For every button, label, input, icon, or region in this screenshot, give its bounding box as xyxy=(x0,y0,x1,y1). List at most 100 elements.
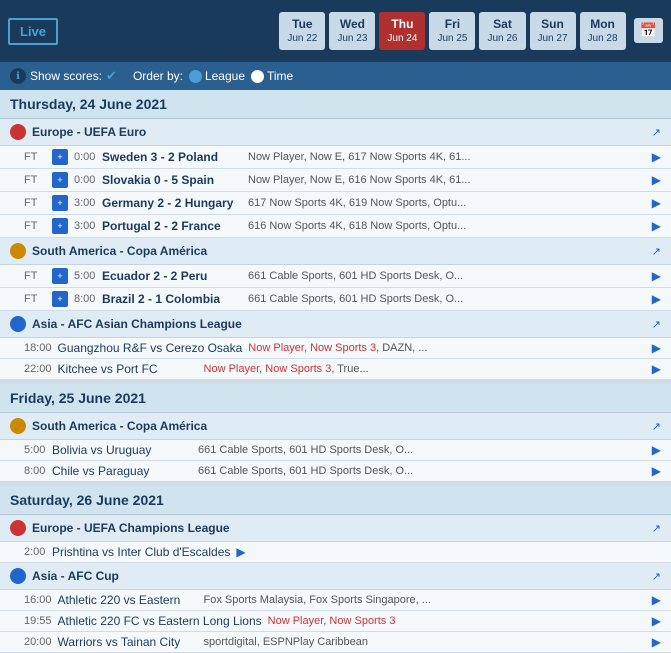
match-time-icon: + xyxy=(52,172,68,188)
main-content: Thursday, 24 June 2021Europe - UEFA Euro… xyxy=(0,90,671,653)
match-row: 18:00 Guangzhou R&F vs Cerezo Osaka Now Pl… xyxy=(0,338,671,359)
order-league-option[interactable]: League xyxy=(189,69,245,83)
match-channels: 661 Cable Sports, 601 HD Sports Desk, O.… xyxy=(198,465,646,477)
match-status: 22:00 xyxy=(24,363,52,375)
match-status: 19:55 xyxy=(24,615,52,627)
order-time-option[interactable]: Time xyxy=(251,69,293,83)
match-row: 19:55 Athletic 220 FC vs Eastern Long Lio… xyxy=(0,611,671,632)
match-channels: 617 Now Sports 4K, 619 Now Sports, Optu.… xyxy=(248,197,646,209)
match-status: FT xyxy=(24,174,46,186)
top-navigation: Live TueJun 22WedJun 23ThuJun 24FriJun 2… xyxy=(0,0,671,62)
match-teams: Guangzhou R&F vs Cerezo Osaka xyxy=(58,341,243,355)
play-button[interactable]: ▶ xyxy=(652,196,661,210)
play-button[interactable]: ▶ xyxy=(652,464,661,478)
match-channels: Now Player, Now Sports 3, DAZN, ... xyxy=(248,342,645,354)
match-row: 16:00Athletic 220 vs EasternFox Sports M… xyxy=(0,590,671,611)
play-button[interactable]: ▶ xyxy=(652,362,661,376)
day-tab-fri[interactable]: FriJun 25 xyxy=(429,12,475,51)
league-icon xyxy=(10,568,26,584)
league-title: South America - Copa América xyxy=(10,243,207,259)
day-tab-sat[interactable]: SatJun 26 xyxy=(479,12,525,51)
league-label: League xyxy=(205,69,245,83)
league-icon xyxy=(10,520,26,536)
play-button[interactable]: ▶ xyxy=(652,443,661,457)
match-row: 5:00Bolivia vs Uruguay661 Cable Sports, … xyxy=(0,440,671,461)
league-name: Asia - AFC Cup xyxy=(32,569,119,583)
match-channels: Fox Sports Malaysia, Fox Sports Singapor… xyxy=(204,594,646,606)
match-status: 20:00 xyxy=(24,636,52,648)
match-status: 16:00 xyxy=(24,594,52,606)
order-by-label: Order by: xyxy=(133,69,183,83)
league-name: Europe - UEFA Euro xyxy=(32,125,146,139)
league-header: Europe - UEFA Euro ↗ xyxy=(0,119,671,146)
match-channels: Now Player, Now E, 617 Now Sports 4K, 61… xyxy=(248,151,646,163)
match-status: 18:00 xyxy=(24,342,52,354)
play-button[interactable]: ▶ xyxy=(652,341,661,355)
match-time: 3:00 xyxy=(74,220,96,232)
league-name: Europe - UEFA Champions League xyxy=(32,521,230,535)
play-button[interactable]: ▶ xyxy=(652,614,661,628)
play-button[interactable]: ▶ xyxy=(236,545,245,559)
checkmark-icon[interactable]: ✔ xyxy=(106,68,117,84)
play-button[interactable]: ▶ xyxy=(652,593,661,607)
match-teams: Kitchee vs Port FC xyxy=(58,362,198,376)
match-row: 2:00Prishtina vs Inter Club d'Escaldes▶ xyxy=(0,542,671,563)
day-tab-mon[interactable]: MonJun 28 xyxy=(580,12,626,51)
match-time: 8:00 xyxy=(74,293,96,305)
day-tab-tue[interactable]: TueJun 22 xyxy=(279,12,325,51)
league-header: Europe - UEFA Champions League ↗ xyxy=(0,515,671,542)
match-status: FT xyxy=(24,197,46,209)
info-icon: ℹ xyxy=(10,68,26,84)
match-score: Germany 2 - 2 Hungary xyxy=(102,196,242,210)
match-time-icon: + xyxy=(52,195,68,211)
match-score: Ecuador 2 - 2 Peru xyxy=(102,269,242,283)
match-teams: Athletic 220 FC vs Eastern Long Lions xyxy=(58,614,262,628)
league-name: South America - Copa América xyxy=(32,419,207,433)
match-row: FT+3:00Portugal 2 - 2 France616 Now Spor… xyxy=(0,215,671,238)
match-time: 3:00 xyxy=(74,197,96,209)
external-link-icon[interactable]: ↗ xyxy=(652,570,661,583)
match-status: FT xyxy=(24,220,46,232)
day-tab-sun[interactable]: SunJun 27 xyxy=(530,12,576,51)
league-header: South America - Copa América ↗ xyxy=(0,413,671,440)
live-badge[interactable]: Live xyxy=(8,18,58,45)
play-button[interactable]: ▶ xyxy=(652,219,661,233)
match-row: 22:00 Kitchee vs Port FC Now Player, Now S… xyxy=(0,359,671,380)
day-header: Thursday, 24 June 2021 xyxy=(0,90,671,119)
match-status: 2:00 xyxy=(24,546,46,558)
match-time: 0:00 xyxy=(74,151,96,163)
calendar-icon[interactable]: 📅 xyxy=(634,18,663,43)
play-button[interactable]: ▶ xyxy=(652,292,661,306)
play-button[interactable]: ▶ xyxy=(652,173,661,187)
match-score: Slovakia 0 - 5 Spain xyxy=(102,173,242,187)
league-name: South America - Copa América xyxy=(32,244,207,258)
day-tab-thu[interactable]: ThuJun 24 xyxy=(379,12,425,51)
external-link-icon[interactable]: ↗ xyxy=(652,245,661,258)
show-scores-label: Show scores: xyxy=(30,69,102,83)
day-tabs: TueJun 22WedJun 23ThuJun 24FriJun 25SatJ… xyxy=(279,12,663,51)
league-title: Asia - AFC Asian Champions League xyxy=(10,316,242,332)
external-link-icon[interactable]: ↗ xyxy=(652,420,661,433)
match-time-icon: + xyxy=(52,149,68,165)
time-label: Time xyxy=(267,69,293,83)
external-link-icon[interactable]: ↗ xyxy=(652,318,661,331)
league-icon xyxy=(10,418,26,434)
match-channels: Now Player, Now Sports 3, True... xyxy=(204,363,646,375)
match-score: Brazil 2 - 1 Colombia xyxy=(102,292,242,306)
match-teams: Bolivia vs Uruguay xyxy=(52,443,192,457)
play-button[interactable]: ▶ xyxy=(652,150,661,164)
league-title: Europe - UEFA Champions League xyxy=(10,520,230,536)
sub-header: ℹ Show scores: ✔ Order by: League Time xyxy=(0,62,671,90)
show-scores-control: ℹ Show scores: ✔ xyxy=(10,68,117,84)
match-row: 8:00Chile vs Paraguay661 Cable Sports, 6… xyxy=(0,461,671,482)
external-link-icon[interactable]: ↗ xyxy=(652,522,661,535)
match-time: 5:00 xyxy=(74,270,96,282)
day-tab-wed[interactable]: WedJun 23 xyxy=(329,12,375,51)
match-status: FT xyxy=(24,293,46,305)
league-header: Asia - AFC Cup ↗ xyxy=(0,563,671,590)
external-link-icon[interactable]: ↗ xyxy=(652,126,661,139)
match-status: 5:00 xyxy=(24,444,46,456)
play-button[interactable]: ▶ xyxy=(652,635,661,649)
match-score: Sweden 3 - 2 Poland xyxy=(102,150,242,164)
play-button[interactable]: ▶ xyxy=(652,269,661,283)
